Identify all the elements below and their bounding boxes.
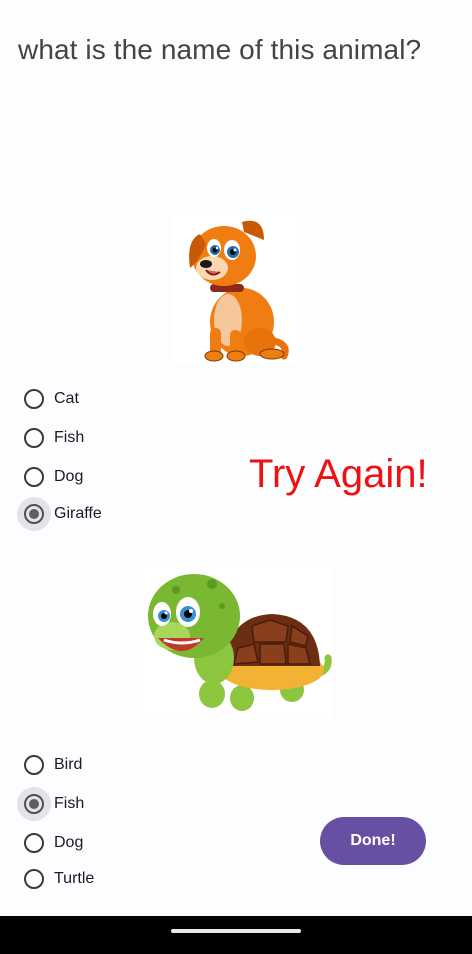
home-gesture-handle[interactable] — [171, 929, 301, 933]
done-button[interactable]: Done! — [320, 817, 426, 865]
radio-unchecked-icon[interactable] — [24, 755, 44, 775]
question-title: what is the name of this animal? — [18, 34, 422, 65]
feedback-message: Try Again! — [249, 452, 428, 496]
option-label: Turtle — [54, 870, 95, 887]
quiz1-option-fish[interactable]: Fish — [24, 423, 84, 453]
turtle-image — [142, 566, 332, 718]
radio-checked-icon[interactable] — [17, 787, 51, 821]
quiz2-option-bird[interactable]: Bird — [24, 750, 82, 780]
quiz1-option-cat[interactable]: Cat — [24, 384, 79, 414]
radio-unchecked-icon[interactable] — [24, 833, 44, 853]
radio-unchecked-icon[interactable] — [24, 869, 44, 889]
quiz2-option-fish[interactable]: Fish — [17, 787, 85, 821]
option-label: Dog — [54, 834, 84, 851]
option-label: Bird — [54, 756, 83, 773]
quiz2-option-turtle[interactable]: Turtle — [24, 864, 94, 894]
dog-image — [172, 210, 302, 365]
radio-checked-icon[interactable] — [17, 497, 51, 531]
option-label: Dog — [54, 468, 84, 485]
quiz2-option-dog[interactable]: Dog — [24, 828, 83, 858]
option-label: Giraffe — [54, 505, 102, 522]
option-label: Fish — [54, 795, 85, 812]
radio-unchecked-icon[interactable] — [24, 467, 44, 487]
option-label: Cat — [54, 390, 79, 407]
quiz1-option-giraffe[interactable]: Giraffe — [17, 497, 102, 531]
radio-unchecked-icon[interactable] — [24, 389, 44, 409]
radio-unchecked-icon[interactable] — [24, 428, 44, 448]
option-label: Fish — [54, 429, 85, 446]
system-navigation-bar — [0, 916, 472, 954]
quiz1-option-dog[interactable]: Dog — [24, 462, 83, 492]
